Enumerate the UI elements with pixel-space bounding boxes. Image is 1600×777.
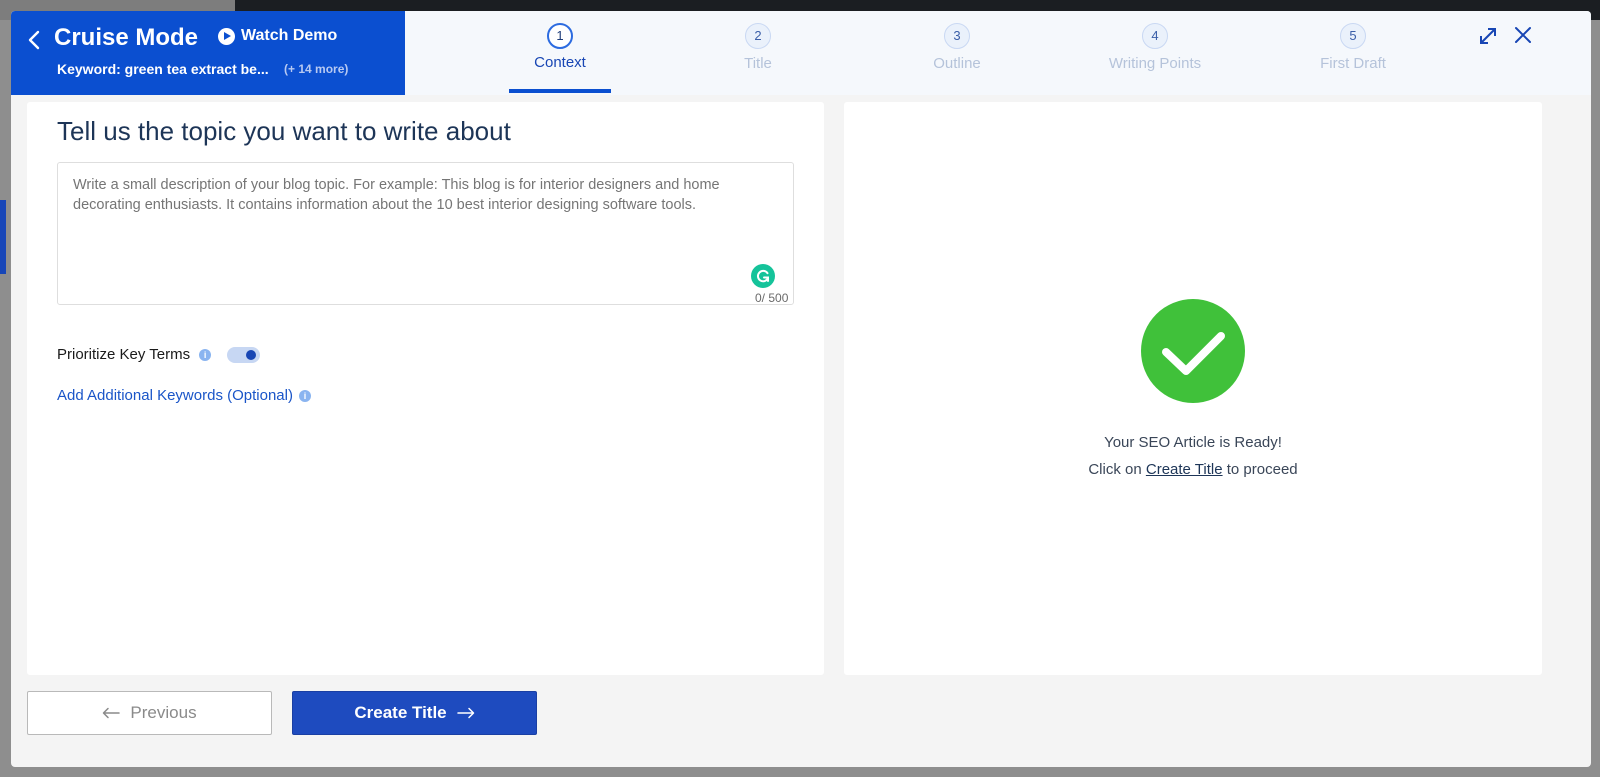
- topic-panel: Tell us the topic you want to write abou…: [27, 102, 824, 675]
- modal-header: Cruise Mode Watch Demo Keyword: green te…: [11, 11, 1591, 95]
- grammarly-icon[interactable]: [751, 264, 775, 288]
- character-count: 0/ 500: [755, 291, 789, 305]
- cruise-mode-modal: Cruise Mode Watch Demo Keyword: green te…: [11, 11, 1591, 767]
- create-title-link[interactable]: Create Title: [1146, 461, 1223, 478]
- info-icon[interactable]: i: [199, 348, 212, 361]
- step-label: Title: [744, 55, 772, 72]
- close-icon[interactable]: [1512, 24, 1534, 46]
- prioritize-label: Prioritize Key Terms: [57, 346, 191, 363]
- add-keywords-link[interactable]: Add Additional Keywords (Optional) i: [57, 387, 311, 404]
- topic-heading: Tell us the topic you want to write abou…: [57, 116, 511, 146]
- step-label: Outline: [933, 55, 981, 72]
- background-sidebar-accent: [0, 200, 6, 274]
- expand-icon[interactable]: [1477, 25, 1499, 47]
- arrow-left-icon: [103, 707, 121, 719]
- topic-description-input[interactable]: Write a small description of your blog t…: [57, 162, 794, 305]
- proceed-prefix: Click on: [1088, 461, 1146, 478]
- step-context[interactable]: 1 Context: [500, 23, 620, 71]
- prioritize-toggle[interactable]: [227, 346, 261, 363]
- modal-title: Cruise Mode: [54, 24, 199, 51]
- toggle-knob: [246, 349, 257, 360]
- step-label: Context: [534, 54, 586, 71]
- step-number: 3: [944, 23, 970, 49]
- step-writing-points[interactable]: 4 Writing Points: [1095, 23, 1215, 72]
- create-title-label: Create Title: [354, 703, 447, 722]
- step-outline[interactable]: 3 Outline: [897, 23, 1017, 72]
- info-icon[interactable]: i: [298, 389, 311, 402]
- add-keywords-label: Add Additional Keywords (Optional): [57, 387, 293, 404]
- back-arrow-icon[interactable]: [25, 27, 45, 53]
- active-step-indicator: [509, 89, 611, 93]
- play-icon: [218, 27, 235, 45]
- header-info-panel: Cruise Mode Watch Demo Keyword: green te…: [11, 11, 405, 95]
- keyword-label: Keyword: green tea extract be...: [57, 61, 269, 77]
- previous-button[interactable]: Previous: [27, 691, 272, 735]
- create-title-button[interactable]: Create Title: [292, 691, 537, 735]
- step-number: 5: [1340, 23, 1366, 49]
- topic-placeholder: Write a small description of your blog t…: [73, 177, 720, 213]
- prioritize-key-terms-row: Prioritize Key Terms i: [57, 346, 261, 363]
- proceed-suffix: to proceed: [1222, 461, 1298, 478]
- step-number: 4: [1142, 23, 1168, 49]
- previous-label: Previous: [130, 703, 197, 722]
- step-number: 2: [745, 23, 771, 49]
- step-number: 1: [547, 23, 573, 49]
- success-check-icon: [1141, 299, 1245, 403]
- keyword-more-link[interactable]: (+ 14 more): [284, 62, 348, 76]
- step-label: Writing Points: [1108, 55, 1202, 72]
- watch-demo-button[interactable]: Watch Demo: [218, 27, 337, 45]
- status-panel: Your SEO Article is Ready! Click on Crea…: [844, 102, 1542, 675]
- step-title[interactable]: 2 Title: [698, 23, 818, 72]
- ready-message: Your SEO Article is Ready!: [1104, 434, 1282, 451]
- step-label: First Draft: [1320, 55, 1386, 72]
- watch-demo-label: Watch Demo: [241, 27, 338, 44]
- arrow-right-icon: [456, 707, 474, 719]
- proceed-message: Click on Create Title to proceed: [844, 461, 1542, 478]
- step-first-draft[interactable]: 5 First Draft: [1293, 23, 1413, 72]
